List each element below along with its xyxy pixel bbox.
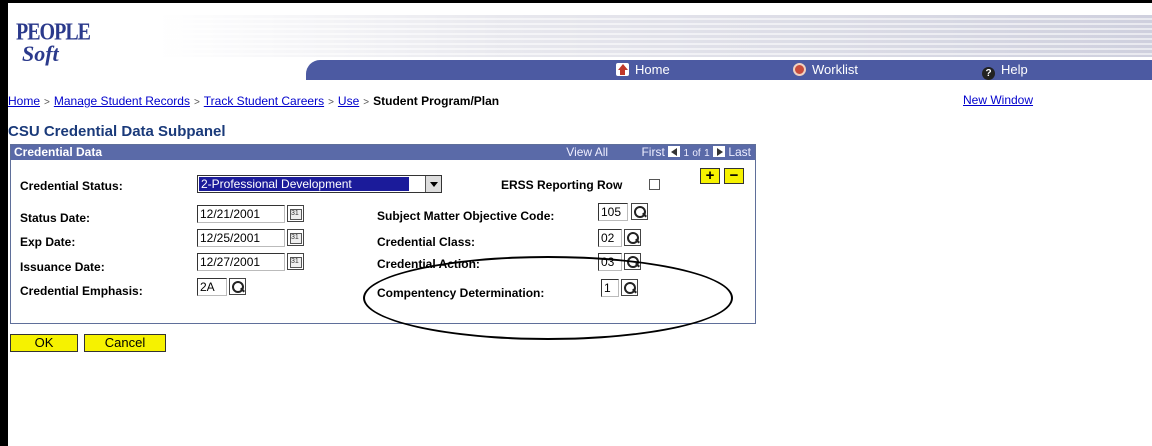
credential-status-select[interactable]: 2-Professional Development: [197, 175, 442, 193]
issuance-date-field[interactable]: 12/27/2001: [197, 253, 285, 271]
competency-determination-label: Compentency Determination:: [377, 286, 545, 300]
status-date-field[interactable]: 12/21/2001: [197, 205, 285, 223]
breadcrumb-separator: >: [363, 97, 370, 108]
add-row-button[interactable]: +: [700, 168, 720, 184]
nav-help-link[interactable]: ? Help: [982, 62, 1028, 80]
credential-emphasis-label: Credential Emphasis:: [20, 284, 143, 298]
next-row-arrow-icon[interactable]: [712, 146, 725, 157]
lookup-icon[interactable]: [624, 253, 641, 270]
subject-matter-objective-code-label: Subject Matter Objective Code:: [377, 209, 555, 223]
lookup-icon[interactable]: [624, 229, 641, 246]
groupbox-header: Credential Data View All First 1 of 1 La…: [11, 145, 755, 160]
page-frame: PEOPLE Soft Home Worklist ? Help Home > Man…: [8, 3, 1152, 446]
home-icon: [616, 63, 629, 76]
last-link[interactable]: Last: [728, 145, 751, 159]
breadcrumb-home[interactable]: Home: [8, 94, 40, 108]
calendar-icon[interactable]: [287, 205, 304, 222]
credential-action-label: Credential Action:: [377, 257, 480, 271]
lookup-icon[interactable]: [229, 278, 246, 295]
worklist-icon: [793, 63, 806, 76]
credential-action-field[interactable]: 03: [598, 253, 622, 271]
groupbox-title: Credential Data: [14, 145, 103, 159]
page-title: CSU Credential Data Subpanel: [8, 123, 226, 140]
breadcrumb-separator: >: [328, 97, 334, 108]
universal-nav-bar: Home Worklist ? Help: [306, 60, 1152, 80]
row-counter-total: 1: [704, 148, 710, 159]
status-date-label: Status Date:: [20, 211, 91, 225]
lookup-icon[interactable]: [631, 203, 648, 220]
cancel-button[interactable]: Cancel: [84, 334, 166, 352]
peoplesoft-logo: PEOPLE Soft: [16, 19, 91, 66]
help-icon: ?: [982, 67, 995, 80]
erss-reporting-row-label: ERSS Reporting Row: [501, 178, 623, 192]
chevron-down-icon[interactable]: [425, 176, 441, 192]
issuance-date-label: Issuance Date:: [20, 260, 105, 274]
credential-class-field[interactable]: 02: [598, 229, 622, 247]
subject-matter-objective-code-field[interactable]: 105: [598, 203, 628, 221]
erss-reporting-row-checkbox[interactable]: [649, 179, 660, 190]
new-window-link[interactable]: New Window: [963, 93, 1033, 107]
exp-date-label: Exp Date:: [20, 235, 76, 249]
header-banner: PEOPLE Soft Home Worklist ? Help: [8, 3, 1152, 81]
lookup-icon[interactable]: [621, 279, 638, 296]
credential-class-label: Credential Class:: [377, 235, 476, 249]
exp-date-field[interactable]: 12/25/2001: [197, 229, 285, 247]
calendar-icon[interactable]: [287, 253, 304, 270]
nav-home-link[interactable]: Home: [616, 62, 670, 78]
row-counter-current: 1: [683, 148, 690, 159]
view-all-link[interactable]: View All: [566, 145, 608, 159]
breadcrumb-separator: >: [44, 97, 50, 108]
breadcrumb: Home > Manage Student Records > Track Studen…: [8, 94, 499, 108]
nav-worklist-link[interactable]: Worklist: [793, 62, 858, 78]
credential-data-groupbox: Credential Data View All First 1 of 1 La…: [10, 144, 756, 324]
banner-graphic: [158, 15, 1152, 57]
credential-status-value: 2-Professional Development: [199, 177, 409, 191]
first-link[interactable]: First: [641, 145, 664, 159]
delete-row-button[interactable]: −: [724, 168, 744, 184]
credential-status-label: Credential Status:: [20, 179, 123, 193]
breadcrumb-separator: >: [193, 97, 200, 108]
row-counter-of: of: [692, 148, 701, 159]
ok-button[interactable]: OK: [10, 334, 78, 352]
breadcrumb-use[interactable]: Use: [338, 94, 359, 108]
credential-emphasis-field[interactable]: 2A: [197, 278, 227, 296]
breadcrumb-track-student-careers[interactable]: Track Student Careers: [204, 94, 324, 108]
breadcrumb-manage-student-records[interactable]: Manage Student Records: [54, 94, 190, 108]
calendar-icon[interactable]: [287, 229, 304, 246]
competency-determination-field[interactable]: 1: [601, 279, 619, 297]
row-navigation: View All First 1 of 1 Last: [566, 145, 751, 161]
breadcrumb-current: Student Program/Plan: [373, 94, 500, 108]
previous-row-arrow-icon[interactable]: [668, 146, 681, 157]
